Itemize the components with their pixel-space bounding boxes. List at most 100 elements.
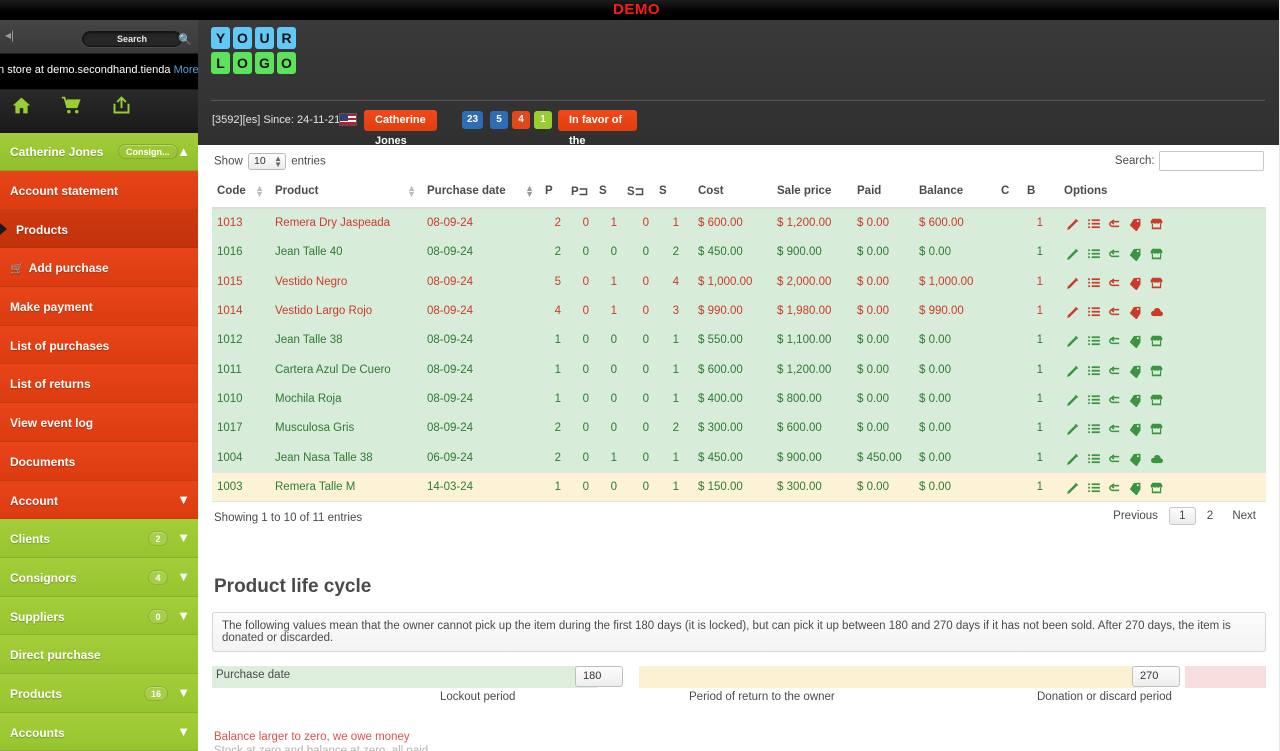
app-logo[interactable]: YOURLOGO xyxy=(211,27,296,77)
undo-arrow-icon[interactable] xyxy=(1104,332,1125,348)
list-icon[interactable] xyxy=(1083,332,1104,348)
list-icon[interactable] xyxy=(1083,274,1104,290)
store-icon[interactable] xyxy=(1146,274,1167,290)
edit-pencil-icon[interactable] xyxy=(1062,479,1083,495)
table-row[interactable]: 1011 Cartera Azul De Cuero 08-09-24 1 0 0 0 1 $ … xyxy=(212,354,1266,385)
store-icon[interactable] xyxy=(1146,244,1167,260)
chevron-down-icon[interactable]: ▼ xyxy=(177,608,190,623)
list-icon[interactable] xyxy=(1083,420,1104,436)
cloud-upload-icon[interactable] xyxy=(1146,303,1167,319)
pagination-previous[interactable]: Previous xyxy=(1105,507,1166,525)
table-row[interactable]: 1014 Vestido Largo Rojo 08-09-24 4 0 1 0 3 $ 990… xyxy=(212,296,1266,327)
price-tag-icon[interactable] xyxy=(1125,215,1146,232)
list-icon[interactable] xyxy=(1083,449,1104,465)
search-icon[interactable]: 🔍 xyxy=(178,33,192,46)
table-row[interactable]: 1016 Jean Talle 40 08-09-24 2 0 0 0 2 $ 450.00 $ … xyxy=(212,237,1266,268)
edit-pencil-icon[interactable] xyxy=(1062,420,1083,436)
share-icon[interactable] xyxy=(110,95,133,122)
counter-badge-1[interactable]: 23 xyxy=(462,111,484,129)
list-icon[interactable] xyxy=(1083,361,1104,377)
list-icon[interactable] xyxy=(1083,479,1104,495)
store-icon[interactable] xyxy=(1146,420,1167,436)
list-icon[interactable] xyxy=(1083,303,1104,319)
sidebar-item-documents[interactable]: Documents xyxy=(0,441,198,481)
sidebar-item-clients[interactable]: Clients 2 ▼ xyxy=(0,519,198,558)
col-purchase-date[interactable]: Purchase date ▲ ▼ xyxy=(422,177,540,209)
sidebar-item-list-of-returns[interactable]: List of returns xyxy=(0,364,198,404)
edit-pencil-icon[interactable] xyxy=(1062,244,1083,260)
undo-arrow-icon[interactable] xyxy=(1104,391,1125,407)
col-c[interactable]: C xyxy=(996,177,1022,209)
table-row[interactable]: 1013 Remera Dry Jaspeada 08-09-24 2 0 1 0 1 $ 60… xyxy=(212,208,1266,239)
store-icon[interactable] xyxy=(1146,332,1167,348)
table-row[interactable]: 1015 Vestido Negro 08-09-24 5 0 1 0 4 $ 1,000.00… xyxy=(212,267,1266,297)
search-input[interactable]: Search xyxy=(82,31,182,47)
sidebar-user-header[interactable]: Catherine Jones Consign... ▲ xyxy=(0,133,198,171)
undo-arrow-icon[interactable] xyxy=(1104,215,1125,231)
chevron-down-icon[interactable]: ▼ xyxy=(177,724,190,739)
price-tag-icon[interactable] xyxy=(1125,420,1146,437)
undo-arrow-icon[interactable] xyxy=(1104,274,1125,290)
table-row[interactable]: 1003 Remera Talle M 14-03-24 1 0 0 0 1 $ 150.00 $… xyxy=(212,472,1266,502)
price-tag-icon[interactable] xyxy=(1125,303,1146,320)
counter-badge-4[interactable]: 1 xyxy=(534,111,552,129)
store-icon[interactable] xyxy=(1146,215,1167,231)
cart-icon[interactable] xyxy=(60,95,83,122)
collapse-icon[interactable]: ◂| xyxy=(5,29,14,41)
chevron-down-icon[interactable]: ▼ xyxy=(177,685,190,700)
sidebar-item-products[interactable]: Products 16 ▼ xyxy=(0,673,198,713)
pagination-page-1[interactable]: 1 xyxy=(1169,506,1196,525)
chevron-down-icon[interactable]: ▼ xyxy=(177,530,190,545)
chevron-down-icon[interactable]: ▼ xyxy=(177,492,190,507)
col-b[interactable]: B xyxy=(1022,177,1048,209)
col-sale-price[interactable]: Sale price xyxy=(772,177,852,209)
cloud-upload-icon[interactable] xyxy=(1146,449,1167,465)
table-row[interactable]: 1012 Jean Talle 38 08-09-24 1 0 0 0 1 $ 550.00 $ … xyxy=(212,325,1266,356)
table-row[interactable]: 1017 Musculosa Gris 08-09-24 2 0 0 0 2 $ 300.00 $… xyxy=(212,413,1266,444)
edit-pencil-icon[interactable] xyxy=(1062,215,1083,231)
home-icon[interactable] xyxy=(10,95,33,122)
col-cost[interactable]: Cost xyxy=(684,177,772,209)
undo-arrow-icon[interactable] xyxy=(1104,420,1125,436)
list-icon[interactable] xyxy=(1083,391,1104,407)
col-code[interactable]: Code ▲ ▼ xyxy=(212,177,270,209)
undo-arrow-icon[interactable] xyxy=(1104,361,1125,377)
col-s[interactable]: S xyxy=(594,177,622,209)
pagination-page-2[interactable]: 2 xyxy=(1199,507,1221,525)
table-search-input[interactable] xyxy=(1159,151,1264,171)
price-tag-icon[interactable] xyxy=(1125,332,1146,350)
sidebar-item-account-statement[interactable]: Account statement xyxy=(0,171,198,210)
sidebar-item-view-event-log[interactable]: View event log xyxy=(0,403,198,442)
col-paid[interactable]: Paid xyxy=(852,177,914,209)
price-tag-icon[interactable] xyxy=(1125,449,1146,467)
pagination-next[interactable]: Next xyxy=(1224,507,1264,525)
edit-pencil-icon[interactable] xyxy=(1062,332,1083,348)
edit-pencil-icon[interactable] xyxy=(1062,274,1083,290)
sidebar-item-make-payment[interactable]: Make payment xyxy=(0,287,198,326)
store-icon[interactable] xyxy=(1146,361,1167,377)
chevron-down-icon[interactable]: ▼ xyxy=(177,569,190,584)
price-tag-icon[interactable] xyxy=(1125,361,1146,379)
notice-more-link[interactable]: More i xyxy=(174,64,198,76)
sidebar-item-add-purchase[interactable]: 🛒 Add purchase xyxy=(0,248,198,288)
lockout-days-input[interactable]: 180 xyxy=(575,665,623,687)
table-row[interactable]: 1010 Mochila Roja 08-09-24 1 0 0 0 1 $ 400.00 $ 8… xyxy=(212,384,1266,415)
store-icon[interactable] xyxy=(1146,479,1167,495)
price-tag-icon[interactable] xyxy=(1125,244,1146,262)
col-balance[interactable]: Balance xyxy=(914,177,996,209)
sidebar-item-consignors[interactable]: Consignors 4 ▼ xyxy=(0,557,198,597)
col-s-tag[interactable]: S⊐ xyxy=(622,177,654,209)
undo-arrow-icon[interactable] xyxy=(1104,303,1125,319)
edit-pencil-icon[interactable] xyxy=(1062,449,1083,465)
list-icon[interactable] xyxy=(1083,244,1104,260)
edit-pencil-icon[interactable] xyxy=(1062,361,1083,377)
col-product[interactable]: Product ▲ ▼ xyxy=(270,177,422,209)
table-row[interactable]: 1004 Jean Nasa Talle 38 06-09-24 2 0 1 0 1 $ 450… xyxy=(212,442,1266,473)
price-tag-icon[interactable] xyxy=(1125,274,1146,291)
undo-arrow-icon[interactable] xyxy=(1104,244,1125,260)
col-s2[interactable]: S xyxy=(654,177,684,209)
edit-pencil-icon[interactable] xyxy=(1062,303,1083,319)
sidebar-item-list-of-purchases[interactable]: List of purchases xyxy=(0,325,198,365)
return-days-input[interactable]: 270 xyxy=(1132,665,1180,687)
store-icon[interactable] xyxy=(1146,391,1167,407)
